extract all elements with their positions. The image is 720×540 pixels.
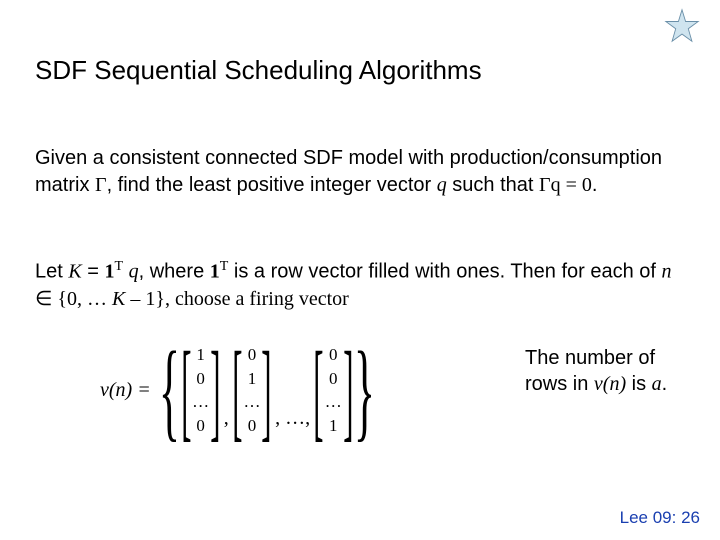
ones-vector: 1 <box>210 261 220 283</box>
text: Let <box>35 261 68 283</box>
equation-inline: Γq = 0 <box>539 174 592 196</box>
entry: 0 <box>248 346 257 363</box>
slide-footer: Lee 09: 26 <box>620 508 700 528</box>
var-K: K <box>112 288 125 310</box>
column-vector-last: 0 0 … 1 <box>323 342 344 438</box>
equation-display: v(n) = { [ 1 0 … 0 ] , [ 0 1 … 0 ] , …, … <box>100 325 510 455</box>
comma: , <box>220 407 233 430</box>
text: . <box>662 373 668 395</box>
left-brace: { <box>159 346 180 434</box>
left-bracket: [ <box>313 349 323 432</box>
text: is <box>626 373 652 395</box>
left-bracket: [ <box>232 349 242 432</box>
right-bracket: ] <box>343 349 353 432</box>
right-bracket: ] <box>262 349 272 432</box>
text: such that <box>447 174 539 196</box>
vector-set: { [ 1 0 … 0 ] , [ 0 1 … 0 ] , …, [ 0 0 …… <box>157 342 377 438</box>
entry: … <box>325 393 342 410</box>
text: , where <box>139 261 210 283</box>
column-vector-2: 0 1 … 0 <box>241 342 262 438</box>
text: . <box>592 174 598 196</box>
var-K: K <box>68 261 81 283</box>
side-note: The number of rows in v(n) is a. <box>525 345 695 397</box>
entry: 1 <box>329 417 338 434</box>
right-bracket: ] <box>210 349 220 432</box>
var-vn: v(n) <box>594 373 626 395</box>
entry: … <box>192 393 209 410</box>
equation-lhs: v(n) = <box>100 379 157 402</box>
entry: 1 <box>248 370 257 387</box>
var-a: a <box>652 373 662 395</box>
text: , find the least positive integer vector <box>107 174 437 196</box>
var-q: q <box>129 261 139 283</box>
var-n: n <box>662 261 672 283</box>
entry: … <box>243 393 260 410</box>
paragraph-2: Let K = 1T q, where 1T is a row vector f… <box>35 258 680 313</box>
slide-title: SDF Sequential Scheduling Algorithms <box>35 55 482 86</box>
gamma-symbol: Γ <box>95 174 107 196</box>
entry: 0 <box>196 417 205 434</box>
ones-vector: 1 <box>105 261 115 283</box>
left-bracket: [ <box>181 349 191 432</box>
text: = <box>82 261 105 283</box>
entry: 0 <box>329 346 338 363</box>
ellipsis: , …, <box>271 407 314 430</box>
entry: 0 <box>196 370 205 387</box>
entry: 1 <box>196 346 205 363</box>
right-brace: } <box>354 346 375 434</box>
column-vector-1: 1 0 … 0 <box>190 342 211 438</box>
star-icon <box>664 8 700 44</box>
text: ∈ {0, … <box>35 288 112 310</box>
transpose: T <box>115 259 124 274</box>
text: – 1}, choose a firing vector <box>125 288 348 310</box>
entry: 0 <box>248 417 257 434</box>
paragraph-1: Given a consistent connected SDF model w… <box>35 145 680 199</box>
var-q: q <box>437 174 447 196</box>
entry: 0 <box>329 370 338 387</box>
text: is a row vector filled with ones. Then f… <box>228 261 661 283</box>
